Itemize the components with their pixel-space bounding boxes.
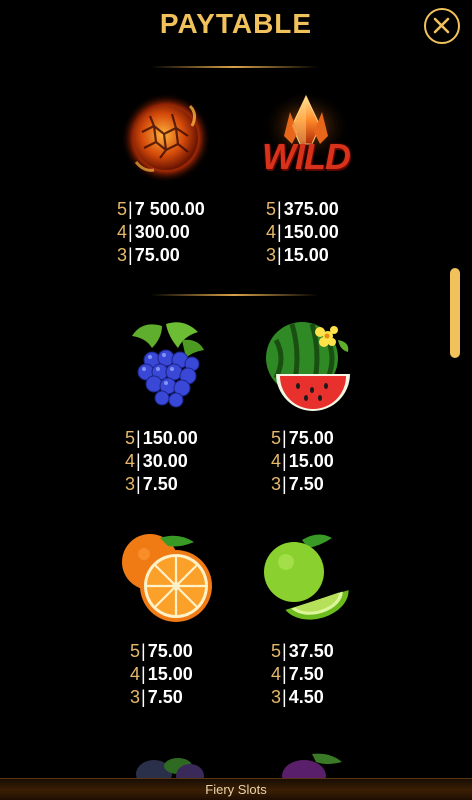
payout-value: 150.00	[142, 428, 198, 448]
pay-row: 3| 7.50	[271, 474, 324, 494]
pay-row: 4| 300.00	[117, 222, 190, 242]
payout-value: 7.50	[142, 474, 178, 494]
payout-value: 7.50	[288, 474, 324, 494]
payout-value: 75.00	[147, 641, 193, 661]
symbol-count: 5	[271, 428, 282, 448]
watermelon-icon	[262, 318, 354, 412]
pay-row: 5| 150.00	[125, 428, 198, 448]
header: PAYTABLE	[0, 0, 472, 60]
pay-row: 3| 15.00	[266, 245, 329, 265]
paylist-wild: 5| 375.00 4| 150.00 3| 15.00	[266, 198, 339, 267]
pay-row: 3| 4.50	[271, 687, 324, 707]
paylist-lime: 5| 37.50 4| 7.50 3| 4.50	[271, 640, 334, 709]
payout-value: 300.00	[134, 222, 190, 242]
payout-value: 30.00	[142, 451, 188, 471]
pay-row: 3| 7.50	[130, 687, 183, 707]
symbol-count: 3	[266, 245, 277, 265]
symbol-count: 5	[125, 428, 136, 448]
pay-row: 4| 30.00	[125, 451, 188, 471]
pay-row: 5| 37.50	[271, 641, 334, 661]
payout-value: 4.50	[288, 687, 324, 707]
payout-value: 7.50	[288, 664, 324, 684]
page-title: PAYTABLE	[159, 8, 313, 39]
symbol-count: 5	[266, 199, 277, 219]
payout-value: 15.00	[283, 245, 329, 265]
pay-row: 3| 75.00	[117, 245, 180, 265]
pay-row: 3| 7.50	[125, 474, 178, 494]
pay-row: 4| 15.00	[271, 451, 334, 471]
symbol-count: 5	[117, 199, 128, 219]
symbol-count: 4	[130, 664, 141, 684]
symbol-count: 4	[271, 664, 282, 684]
payout-value: 75.00	[288, 428, 334, 448]
pay-row: 5| 75.00	[271, 428, 334, 448]
grapes-icon	[122, 318, 212, 410]
orange-icon	[120, 530, 216, 624]
symbol-count: 4	[271, 451, 282, 471]
payout-value: 37.50	[288, 641, 334, 661]
paytable-screen: PAYTABLE WILD 5| 7 500.00 4| 300.00 3| 7…	[0, 0, 472, 800]
lime-icon	[262, 530, 354, 626]
symbol-count: 3	[117, 245, 128, 265]
symbol-count: 4	[266, 222, 277, 242]
payout-value: 7 500.00	[134, 199, 205, 219]
pay-row: 5| 7 500.00	[117, 199, 205, 219]
symbol-count: 5	[271, 641, 282, 661]
payout-value: 75.00	[134, 245, 180, 265]
fireball-icon	[120, 92, 212, 184]
pay-row: 5| 375.00	[266, 199, 339, 219]
paylist-watermelon: 5| 75.00 4| 15.00 3| 7.50	[271, 427, 334, 496]
pay-row: 4| 150.00	[266, 222, 339, 242]
payout-value: 150.00	[283, 222, 339, 242]
close-button[interactable]	[424, 8, 460, 44]
payout-value: 15.00	[288, 451, 334, 471]
pay-row: 4| 7.50	[271, 664, 324, 684]
payout-value: 15.00	[147, 664, 193, 684]
close-icon	[433, 17, 450, 34]
payout-value: 375.00	[283, 199, 339, 219]
payout-value: 7.50	[147, 687, 183, 707]
symbol-count: 3	[271, 474, 282, 494]
pay-row: 4| 15.00	[130, 664, 193, 684]
pay-row: 5| 75.00	[130, 641, 193, 661]
scrollbar[interactable]	[450, 268, 460, 358]
symbol-count: 3	[130, 687, 141, 707]
wild-icon: WILD	[258, 92, 354, 182]
symbol-count: 4	[125, 451, 136, 471]
paylist-orange: 5| 75.00 4| 15.00 3| 7.50	[130, 640, 193, 709]
symbol-count: 4	[117, 222, 128, 242]
game-name: Fiery Slots	[205, 782, 267, 797]
symbol-count: 5	[130, 641, 141, 661]
symbol-count: 3	[125, 474, 136, 494]
paylist-grapes: 5| 150.00 4| 30.00 3| 7.50	[125, 427, 198, 496]
symbol-count: 3	[271, 687, 282, 707]
wild-label: WILD	[262, 136, 351, 177]
divider	[150, 294, 318, 296]
divider	[150, 66, 318, 68]
footer-bar: Fiery Slots	[0, 778, 472, 800]
paylist-fireball: 5| 7 500.00 4| 300.00 3| 75.00	[117, 198, 205, 267]
